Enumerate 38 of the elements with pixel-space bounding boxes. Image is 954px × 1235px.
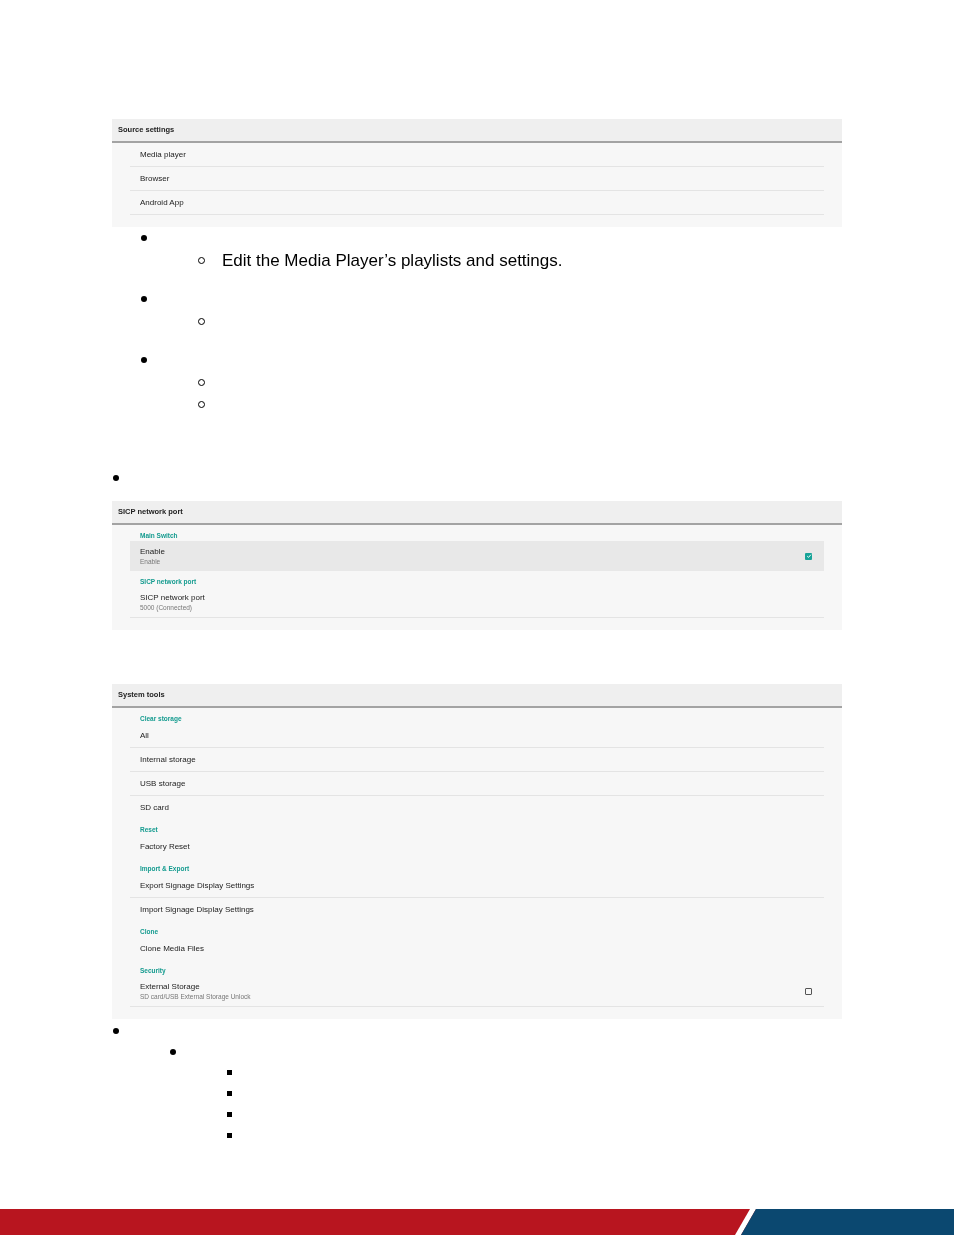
bullet-icon [113,1027,119,1034]
item-title: External Storage [140,981,201,992]
square-bullet-icon [227,1133,232,1138]
settings-row[interactable]: Internal storage [130,748,824,771]
item-title: Factory Reset [140,841,191,852]
square-bullet-icon [227,1091,232,1096]
settings-row[interactable]: USB storage [130,772,824,795]
settings-row[interactable]: Browser [130,167,824,190]
settings-row[interactable]: Android App [130,191,824,214]
settings-row[interactable]: Media player [130,143,824,166]
bullet-icon [141,235,147,241]
bullet-icon [141,357,147,363]
item-title: Enable [140,546,166,557]
item-title: Android App [140,197,185,208]
item-title: Import Signage Display Settings [140,904,255,915]
settings-row[interactable]: SD card [130,796,824,819]
list-text: Edit the Media Player’s playlists and settings. [222,251,563,269]
item-title: Internal storage [140,754,197,765]
square-bullet-icon [227,1112,232,1117]
bullet-icon [113,475,119,481]
settings-row[interactable]: Factory Reset [130,835,824,858]
item-title: Media player [140,149,187,160]
item-title: SD card [140,802,170,813]
checkbox[interactable] [805,552,812,560]
item-title: Export Signage Display Settings [140,880,256,891]
checkbox[interactable] [805,987,812,995]
item-title: USB storage [140,778,187,789]
item-title: Browser [140,173,171,184]
settings-row[interactable]: Clone Media Files [130,937,824,960]
square-bullet-icon [227,1070,232,1075]
item-title: SICP network port [140,592,206,603]
settings-row[interactable]: Import Signage Display Settings [130,898,824,921]
settings-row[interactable]: Export Signage Display Settings [130,874,824,897]
bullet-icon [170,1048,176,1055]
item-title: All [140,730,150,741]
bullet-icon [141,296,147,302]
settings-row[interactable]: All [130,724,824,747]
item-title: Clone Media Files [140,943,206,954]
